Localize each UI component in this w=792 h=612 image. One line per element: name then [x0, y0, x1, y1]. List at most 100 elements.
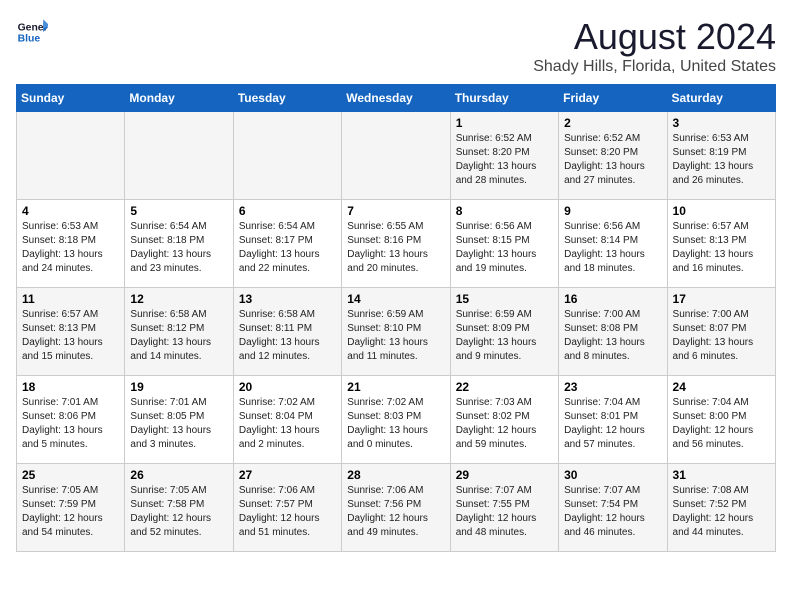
- day-number: 7: [347, 204, 444, 218]
- calendar-cell: 16Sunrise: 7:00 AM Sunset: 8:08 PM Dayli…: [559, 288, 667, 376]
- calendar-cell: 25 Sunrise: 7:05 AM Sunset: 7:59 PM Dayli…: [17, 464, 125, 552]
- day-number: 2: [564, 116, 661, 130]
- day-number: 13: [239, 292, 336, 306]
- calendar-cell: 11 Sunrise: 6:57 AM Sunset: 8:13 PM Dayli…: [17, 288, 125, 376]
- day-number: 4: [22, 204, 119, 218]
- calendar-cell: 8 Sunrise: 6:56 AM Sunset: 8:15 PM Daylig…: [450, 200, 558, 288]
- weekday-header-sunday: Sunday: [17, 85, 125, 112]
- day-number: 19: [130, 380, 227, 394]
- calendar-cell: 10Sunrise: 6:57 AM Sunset: 8:13 PM Dayli…: [667, 200, 775, 288]
- day-info: Sunrise: 7:06 AM Sunset: 7:57 PM Dayligh…: [239, 484, 336, 540]
- day-info: Sunrise: 7:07 AM Sunset: 7:55 PM Dayligh…: [456, 484, 553, 540]
- day-number: 25: [22, 468, 119, 482]
- day-number: 28: [347, 468, 444, 482]
- weekday-header-saturday: Saturday: [667, 85, 775, 112]
- calendar-cell: [342, 112, 450, 200]
- calendar-cell: [233, 112, 341, 200]
- day-info: Sunrise: 7:01 AM Sunset: 8:05 PM Dayligh…: [130, 396, 227, 452]
- weekday-header-monday: Monday: [125, 85, 233, 112]
- day-number: 21: [347, 380, 444, 394]
- calendar-cell: 29 Sunrise: 7:07 AM Sunset: 7:55 PM Dayli…: [450, 464, 558, 552]
- calendar-cell: 9 Sunrise: 6:56 AM Sunset: 8:14 PM Daylig…: [559, 200, 667, 288]
- calendar-cell: 22 Sunrise: 7:03 AM Sunset: 8:02 PM Dayli…: [450, 376, 558, 464]
- day-number: 24: [673, 380, 770, 394]
- calendar-cell: 14Sunrise: 6:59 AM Sunset: 8:10 PM Dayli…: [342, 288, 450, 376]
- calendar-cell: 23Sunrise: 7:04 AM Sunset: 8:01 PM Dayli…: [559, 376, 667, 464]
- header: General Blue August 2024 Shady Hills, Fl…: [16, 16, 776, 76]
- day-number: 23: [564, 380, 661, 394]
- day-number: 31: [673, 468, 770, 482]
- title-area: August 2024 Shady Hills, Florida, United…: [533, 16, 776, 76]
- calendar-table: SundayMondayTuesdayWednesdayThursdayFrid…: [16, 84, 776, 552]
- day-info: Sunrise: 7:03 AM Sunset: 8:02 PM Dayligh…: [456, 396, 553, 452]
- week-row-2: 4 Sunrise: 6:53 AM Sunset: 8:18 PM Daylig…: [17, 200, 776, 288]
- day-number: 22: [456, 380, 553, 394]
- day-info: Sunrise: 6:58 AM Sunset: 8:11 PM Dayligh…: [239, 308, 336, 364]
- day-number: 8: [456, 204, 553, 218]
- week-row-3: 11 Sunrise: 6:57 AM Sunset: 8:13 PM Dayli…: [17, 288, 776, 376]
- calendar-cell: 31Sunrise: 7:08 AM Sunset: 7:52 PM Dayli…: [667, 464, 775, 552]
- day-number: 18: [22, 380, 119, 394]
- day-number: 10: [673, 204, 770, 218]
- day-info: Sunrise: 6:52 AM Sunset: 8:20 PM Dayligh…: [564, 132, 661, 188]
- day-number: 3: [673, 116, 770, 130]
- day-info: Sunrise: 7:05 AM Sunset: 7:58 PM Dayligh…: [130, 484, 227, 540]
- day-number: 11: [22, 292, 119, 306]
- day-number: 5: [130, 204, 227, 218]
- calendar-cell: 4 Sunrise: 6:53 AM Sunset: 8:18 PM Daylig…: [17, 200, 125, 288]
- day-number: 30: [564, 468, 661, 482]
- weekday-header-tuesday: Tuesday: [233, 85, 341, 112]
- calendar-cell: 26 Sunrise: 7:05 AM Sunset: 7:58 PM Dayli…: [125, 464, 233, 552]
- calendar-cell: 13 Sunrise: 6:58 AM Sunset: 8:11 PM Dayli…: [233, 288, 341, 376]
- day-info: Sunrise: 6:54 AM Sunset: 8:18 PM Dayligh…: [130, 220, 227, 276]
- day-number: 14: [347, 292, 444, 306]
- calendar-cell: 15 Sunrise: 6:59 AM Sunset: 8:09 PM Dayli…: [450, 288, 558, 376]
- day-info: Sunrise: 6:52 AM Sunset: 8:20 PM Dayligh…: [456, 132, 553, 188]
- calendar-subtitle: Shady Hills, Florida, United States: [533, 58, 776, 76]
- day-info: Sunrise: 7:01 AM Sunset: 8:06 PM Dayligh…: [22, 396, 119, 452]
- calendar-cell: 1 Sunrise: 6:52 AM Sunset: 8:20 PM Daylig…: [450, 112, 558, 200]
- day-info: Sunrise: 6:56 AM Sunset: 8:14 PM Dayligh…: [564, 220, 661, 276]
- week-row-5: 25 Sunrise: 7:05 AM Sunset: 7:59 PM Dayli…: [17, 464, 776, 552]
- calendar-title: August 2024: [533, 16, 776, 58]
- calendar-cell: 3 Sunrise: 6:53 AM Sunset: 8:19 PM Daylig…: [667, 112, 775, 200]
- day-info: Sunrise: 7:04 AM Sunset: 8:00 PM Dayligh…: [673, 396, 770, 452]
- calendar-cell: [17, 112, 125, 200]
- day-info: Sunrise: 6:53 AM Sunset: 8:19 PM Dayligh…: [673, 132, 770, 188]
- logo: General Blue: [16, 16, 48, 48]
- calendar-cell: 30 Sunrise: 7:07 AM Sunset: 7:54 PM Dayli…: [559, 464, 667, 552]
- calendar-cell: 24 Sunrise: 7:04 AM Sunset: 8:00 PM Dayli…: [667, 376, 775, 464]
- week-row-1: 1 Sunrise: 6:52 AM Sunset: 8:20 PM Daylig…: [17, 112, 776, 200]
- day-number: 29: [456, 468, 553, 482]
- day-number: 6: [239, 204, 336, 218]
- logo-icon: General Blue: [16, 16, 48, 48]
- day-number: 15: [456, 292, 553, 306]
- day-info: Sunrise: 7:07 AM Sunset: 7:54 PM Dayligh…: [564, 484, 661, 540]
- day-info: Sunrise: 6:54 AM Sunset: 8:17 PM Dayligh…: [239, 220, 336, 276]
- day-number: 1: [456, 116, 553, 130]
- calendar-cell: 7 Sunrise: 6:55 AM Sunset: 8:16 PM Daylig…: [342, 200, 450, 288]
- week-row-4: 18 Sunrise: 7:01 AM Sunset: 8:06 PM Dayli…: [17, 376, 776, 464]
- day-number: 17: [673, 292, 770, 306]
- weekday-header-wednesday: Wednesday: [342, 85, 450, 112]
- day-info: Sunrise: 6:53 AM Sunset: 8:18 PM Dayligh…: [22, 220, 119, 276]
- day-number: 26: [130, 468, 227, 482]
- day-info: Sunrise: 6:57 AM Sunset: 8:13 PM Dayligh…: [22, 308, 119, 364]
- day-info: Sunrise: 7:02 AM Sunset: 8:03 PM Dayligh…: [347, 396, 444, 452]
- calendar-cell: 27 Sunrise: 7:06 AM Sunset: 7:57 PM Dayli…: [233, 464, 341, 552]
- day-info: Sunrise: 6:58 AM Sunset: 8:12 PM Dayligh…: [130, 308, 227, 364]
- day-number: 9: [564, 204, 661, 218]
- calendar-cell: 6 Sunrise: 6:54 AM Sunset: 8:17 PM Daylig…: [233, 200, 341, 288]
- calendar-cell: 19 Sunrise: 7:01 AM Sunset: 8:05 PM Dayli…: [125, 376, 233, 464]
- day-info: Sunrise: 6:56 AM Sunset: 8:15 PM Dayligh…: [456, 220, 553, 276]
- day-info: Sunrise: 7:06 AM Sunset: 7:56 PM Dayligh…: [347, 484, 444, 540]
- day-info: Sunrise: 6:59 AM Sunset: 8:09 PM Dayligh…: [456, 308, 553, 364]
- day-info: Sunrise: 7:05 AM Sunset: 7:59 PM Dayligh…: [22, 484, 119, 540]
- day-number: 12: [130, 292, 227, 306]
- day-info: Sunrise: 7:00 AM Sunset: 8:08 PM Dayligh…: [564, 308, 661, 364]
- day-number: 27: [239, 468, 336, 482]
- weekday-header-row: SundayMondayTuesdayWednesdayThursdayFrid…: [17, 85, 776, 112]
- day-info: Sunrise: 6:55 AM Sunset: 8:16 PM Dayligh…: [347, 220, 444, 276]
- weekday-header-thursday: Thursday: [450, 85, 558, 112]
- weekday-header-friday: Friday: [559, 85, 667, 112]
